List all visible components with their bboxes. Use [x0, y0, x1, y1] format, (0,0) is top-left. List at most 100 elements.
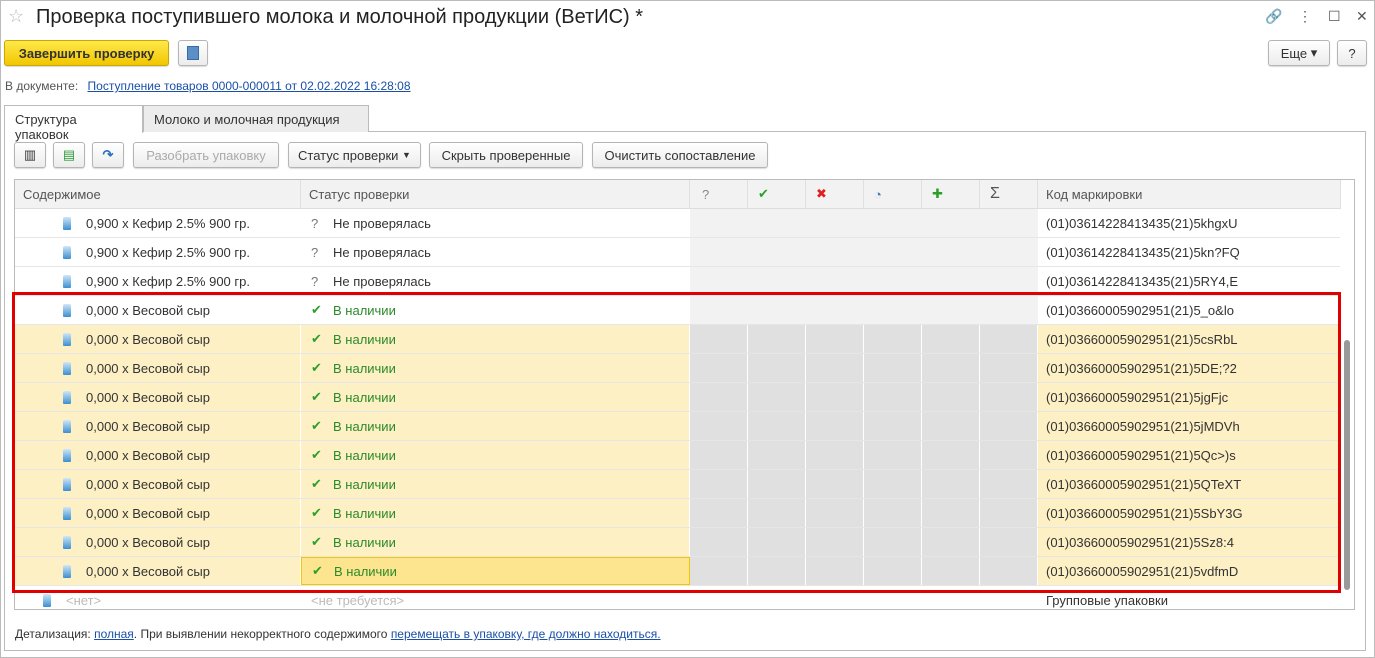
unchecked-count-cell[interactable]: [690, 557, 748, 585]
error-count-cell[interactable]: [806, 557, 864, 585]
extra-count-cell[interactable]: [922, 267, 980, 295]
content-cell[interactable]: 0,000 х Весовой сыр: [15, 383, 301, 411]
total-count-cell[interactable]: [980, 296, 1038, 324]
unchecked-count-cell[interactable]: [690, 354, 748, 382]
error-count-cell[interactable]: [806, 209, 864, 237]
error-count-cell[interactable]: [806, 238, 864, 266]
table-row[interactable]: 0,000 х Весовой сыр ✔ В наличии (01)0366000…: [15, 441, 1341, 470]
ok-count-cell[interactable]: [748, 383, 806, 411]
pending-count-cell[interactable]: [864, 586, 922, 609]
pending-count-cell[interactable]: [864, 209, 922, 237]
table-row[interactable]: 0,000 х Весовой сыр ✔ В наличии (01)0366000…: [15, 354, 1341, 383]
clock-icon[interactable]: ◔: [864, 180, 922, 209]
marking-code-cell[interactable]: (01)03660005902951(21)5Sz8:4: [1038, 528, 1341, 556]
unchecked-count-cell[interactable]: [690, 412, 748, 440]
ok-count-cell[interactable]: [748, 209, 806, 237]
unchecked-count-cell[interactable]: [690, 238, 748, 266]
finish-check-button[interactable]: Завершить проверку: [4, 40, 169, 66]
marking-code-cell[interactable]: (01)03660005902951(21)5Qc>)s: [1038, 441, 1341, 469]
pending-count-cell[interactable]: [864, 354, 922, 382]
error-count-cell[interactable]: [806, 528, 864, 556]
marking-code-cell[interactable]: (01)03660005902951(21)5QTeXT: [1038, 470, 1341, 498]
total-count-cell[interactable]: [980, 528, 1038, 556]
unchecked-count-cell[interactable]: [690, 528, 748, 556]
pending-count-cell[interactable]: [864, 383, 922, 411]
table-row[interactable]: 0,000 х Весовой сыр ✔ В наличии (01)0366000…: [15, 557, 1341, 586]
marking-code-cell[interactable]: Групповые упаковки: [1038, 586, 1341, 609]
marking-code-cell[interactable]: (01)03660005902951(21)5jMDVh: [1038, 412, 1341, 440]
ok-count-cell[interactable]: [748, 267, 806, 295]
status-cell[interactable]: ✔ В наличии: [301, 296, 690, 324]
pending-count-cell[interactable]: [864, 238, 922, 266]
status-cell[interactable]: ✔ В наличии: [301, 470, 690, 498]
table-row[interactable]: 0,900 х Кефир 2.5% 900 гр.? Не проверялас…: [15, 267, 1341, 296]
ok-count-cell[interactable]: [748, 528, 806, 556]
extra-count-cell[interactable]: [922, 528, 980, 556]
tab-milk-products[interactable]: Молоко и молочная продукция: [143, 105, 369, 132]
status-cell[interactable]: ? Не проверялась: [301, 267, 690, 295]
unchecked-count-cell[interactable]: [690, 296, 748, 324]
unchecked-count-cell[interactable]: [690, 441, 748, 469]
more-button[interactable]: Еще ▾: [1268, 40, 1330, 66]
check-status-dropdown[interactable]: Статус проверки ▼: [288, 142, 421, 168]
error-count-cell[interactable]: [806, 296, 864, 324]
content-cell[interactable]: 0,000 х Весовой сыр: [15, 441, 301, 469]
total-count-cell[interactable]: [980, 209, 1038, 237]
extra-count-cell[interactable]: [922, 412, 980, 440]
table-row[interactable]: 0,000 х Весовой сыр ✔ В наличии (01)0366000…: [15, 470, 1341, 499]
status-cell[interactable]: ? Не проверялась: [301, 238, 690, 266]
table-row[interactable]: 0,000 х Весовой сыр ✔ В наличии (01)0366000…: [15, 528, 1341, 557]
pending-count-cell[interactable]: [864, 528, 922, 556]
ok-count-cell[interactable]: [748, 499, 806, 527]
question-icon[interactable]: ?: [690, 180, 748, 209]
status-cell[interactable]: ? Не проверялась: [301, 209, 690, 237]
cross-icon[interactable]: ✖: [806, 180, 864, 209]
status-cell[interactable]: ✔ В наличии: [301, 325, 690, 353]
total-count-cell[interactable]: [980, 354, 1038, 382]
unchecked-count-cell[interactable]: [690, 209, 748, 237]
total-count-cell[interactable]: [980, 557, 1038, 585]
marking-code-cell[interactable]: (01)03614228413435(21)5RY4,E: [1038, 267, 1341, 295]
error-count-cell[interactable]: [806, 325, 864, 353]
ok-count-cell[interactable]: [748, 325, 806, 353]
status-cell[interactable]: ✔ В наличии: [301, 441, 690, 469]
status-cell[interactable]: ✔ В наличии: [301, 499, 690, 527]
total-count-cell[interactable]: [980, 412, 1038, 440]
marking-code-cell[interactable]: (01)03660005902951(21)5SbY3G: [1038, 499, 1341, 527]
content-cell[interactable]: 0,000 х Весовой сыр: [15, 557, 301, 585]
ok-count-cell[interactable]: [748, 441, 806, 469]
unchecked-count-cell[interactable]: [690, 383, 748, 411]
unchecked-count-cell[interactable]: [690, 586, 748, 609]
status-cell[interactable]: ✔ В наличии: [301, 354, 690, 382]
content-cell[interactable]: 0,900 х Кефир 2.5% 900 гр.: [15, 238, 301, 266]
detail-full-link[interactable]: полная: [94, 627, 134, 641]
sigma-icon[interactable]: Σ: [980, 180, 1038, 209]
table-row[interactable]: 0,900 х Кефир 2.5% 900 гр.? Не проверялас…: [15, 238, 1341, 267]
error-count-cell[interactable]: [806, 412, 864, 440]
help-button[interactable]: ?: [1337, 40, 1367, 66]
extra-count-cell[interactable]: [922, 441, 980, 469]
table-row[interactable]: 0,000 х Весовой сыр ✔ В наличии (01)0366000…: [15, 383, 1341, 412]
content-cell[interactable]: <нет>: [15, 586, 301, 609]
pending-count-cell[interactable]: [864, 470, 922, 498]
marking-code-cell[interactable]: (01)03614228413435(21)5kn?FQ: [1038, 238, 1341, 266]
extra-count-cell[interactable]: [922, 209, 980, 237]
pending-count-cell[interactable]: [864, 325, 922, 353]
barcode-search-button[interactable]: ▥: [14, 142, 46, 168]
total-count-cell[interactable]: [980, 383, 1038, 411]
total-count-cell[interactable]: [980, 267, 1038, 295]
extra-count-cell[interactable]: [922, 586, 980, 609]
marking-code-cell[interactable]: (01)03660005902951(21)5_o&lo: [1038, 296, 1341, 324]
pending-count-cell[interactable]: [864, 499, 922, 527]
marking-code-cell[interactable]: (01)03614228413435(21)5khgxU: [1038, 209, 1341, 237]
error-count-cell[interactable]: [806, 470, 864, 498]
content-cell[interactable]: 0,000 х Весовой сыр: [15, 470, 301, 498]
content-cell[interactable]: 0,000 х Весовой сыр: [15, 499, 301, 527]
table-row[interactable]: <нет> <не требуется> Групповые упаковки: [15, 586, 1341, 609]
hide-checked-button[interactable]: Скрыть проверенные: [429, 142, 583, 168]
error-count-cell[interactable]: [806, 383, 864, 411]
unpack-button[interactable]: Разобрать упаковку: [133, 142, 279, 168]
status-cell[interactable]: ✔ В наличии: [301, 557, 690, 585]
link-icon[interactable]: 🔗: [1265, 8, 1282, 25]
pending-count-cell[interactable]: [864, 267, 922, 295]
